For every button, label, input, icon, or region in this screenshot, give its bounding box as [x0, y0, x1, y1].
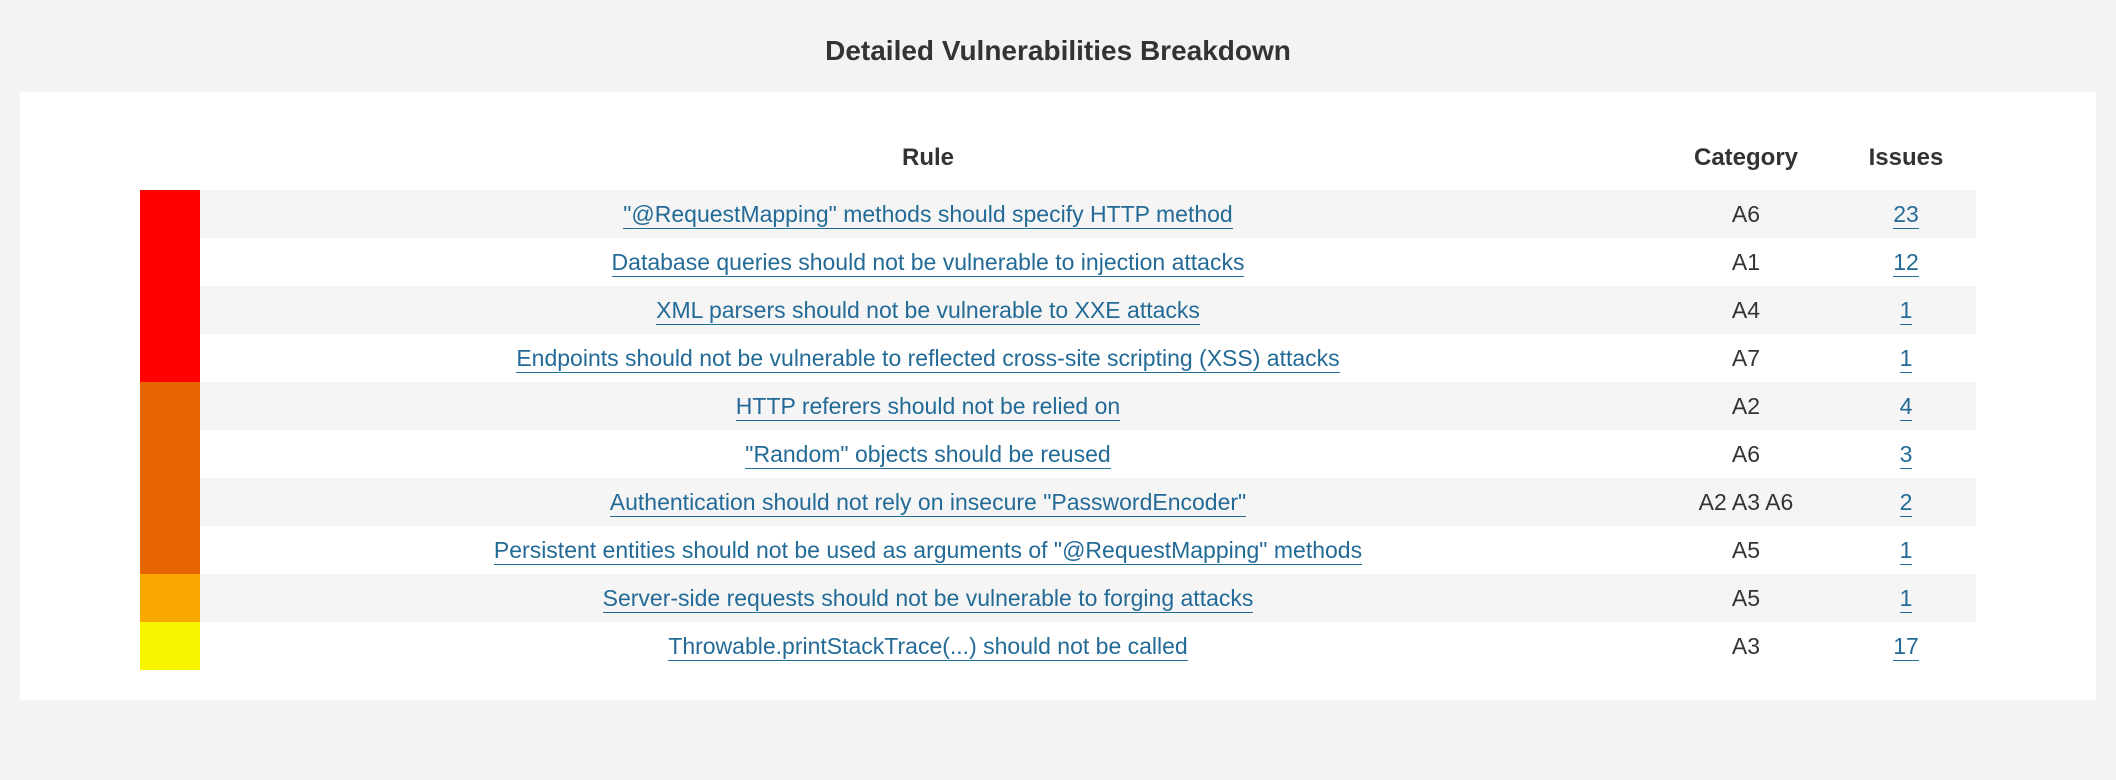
rule-cell: "Random" objects should be reused	[200, 430, 1656, 478]
rule-link[interactable]: Authentication should not rely on insecu…	[610, 489, 1246, 517]
severity-critical-icon	[140, 526, 200, 574]
issues-link[interactable]: 4	[1900, 393, 1913, 421]
severity-cell	[140, 574, 200, 622]
issues-link[interactable]: 1	[1900, 345, 1913, 373]
issues-link[interactable]: 1	[1900, 585, 1913, 613]
rule-link[interactable]: HTTP referers should not be relied on	[736, 393, 1120, 421]
severity-critical-icon	[140, 478, 200, 526]
issues-cell: 12	[1836, 238, 1976, 286]
table-row: HTTP referers should not be relied on A2 4	[140, 382, 1976, 430]
severity-cell	[140, 238, 200, 286]
rule-link[interactable]: "Random" objects should be reused	[745, 441, 1110, 469]
category-cell: A3	[1656, 622, 1836, 670]
issues-cell: 23	[1836, 190, 1976, 238]
table-header-row: Rule Category Issues	[140, 132, 1976, 190]
category-cell: A5	[1656, 574, 1836, 622]
issues-cell: 3	[1836, 430, 1976, 478]
table-row: XML parsers should not be vulnerable to …	[140, 286, 1976, 334]
rule-cell: "@RequestMapping" methods should specify…	[200, 190, 1656, 238]
issues-link[interactable]: 23	[1893, 201, 1919, 229]
table-row: Persistent entities should not be used a…	[140, 526, 1976, 574]
severity-critical-icon	[140, 430, 200, 478]
issues-cell: 1	[1836, 526, 1976, 574]
issues-link[interactable]: 3	[1900, 441, 1913, 469]
table-row: Endpoints should not be vulnerable to re…	[140, 334, 1976, 382]
issues-cell: 4	[1836, 382, 1976, 430]
severity-blocker-icon	[140, 238, 200, 286]
table-row: Server-side requests should not be vulne…	[140, 574, 1976, 622]
severity-blocker-icon	[140, 334, 200, 382]
severity-critical-icon	[140, 382, 200, 430]
rule-cell: Endpoints should not be vulnerable to re…	[200, 334, 1656, 382]
severity-cell	[140, 190, 200, 238]
severity-major-icon	[140, 574, 200, 622]
issues-cell: 1	[1836, 574, 1976, 622]
category-cell: A4	[1656, 286, 1836, 334]
issues-link[interactable]: 1	[1900, 537, 1913, 565]
severity-cell	[140, 382, 200, 430]
severity-cell	[140, 622, 200, 670]
rule-cell: Authentication should not rely on insecu…	[200, 478, 1656, 526]
table-row: "@RequestMapping" methods should specify…	[140, 190, 1976, 238]
table-row: Throwable.printStackTrace(...) should no…	[140, 622, 1976, 670]
issues-cell: 17	[1836, 622, 1976, 670]
header-severity	[140, 132, 200, 190]
severity-cell	[140, 334, 200, 382]
severity-cell	[140, 478, 200, 526]
issues-link[interactable]: 17	[1893, 633, 1919, 661]
severity-blocker-icon	[140, 286, 200, 334]
severity-blocker-icon	[140, 190, 200, 238]
category-cell: A6	[1656, 190, 1836, 238]
rule-link[interactable]: "@RequestMapping" methods should specify…	[623, 201, 1232, 229]
rule-link[interactable]: Database queries should not be vulnerabl…	[612, 249, 1245, 277]
issues-link[interactable]: 1	[1900, 297, 1913, 325]
severity-cell	[140, 286, 200, 334]
rule-link[interactable]: Persistent entities should not be used a…	[494, 537, 1362, 565]
rule-cell: Server-side requests should not be vulne…	[200, 574, 1656, 622]
rule-link[interactable]: Throwable.printStackTrace(...) should no…	[668, 633, 1187, 661]
page-title: Detailed Vulnerabilities Breakdown	[20, 35, 2096, 67]
header-rule: Rule	[200, 132, 1656, 190]
issues-cell: 1	[1836, 334, 1976, 382]
category-cell: A5	[1656, 526, 1836, 574]
category-cell: A1	[1656, 238, 1836, 286]
issues-cell: 2	[1836, 478, 1976, 526]
rule-cell: HTTP referers should not be relied on	[200, 382, 1656, 430]
issues-link[interactable]: 2	[1900, 489, 1913, 517]
category-cell: A2 A3 A6	[1656, 478, 1836, 526]
severity-cell	[140, 526, 200, 574]
header-issues: Issues	[1836, 132, 1976, 190]
category-cell: A6	[1656, 430, 1836, 478]
rule-cell: Persistent entities should not be used a…	[200, 526, 1656, 574]
rule-link[interactable]: Endpoints should not be vulnerable to re…	[516, 345, 1339, 373]
category-cell: A7	[1656, 334, 1836, 382]
vulnerabilities-table: Rule Category Issues "@RequestMapping" m…	[140, 132, 1976, 670]
rule-cell: XML parsers should not be vulnerable to …	[200, 286, 1656, 334]
issues-cell: 1	[1836, 286, 1976, 334]
rule-link[interactable]: Server-side requests should not be vulne…	[603, 585, 1254, 613]
vulnerabilities-panel: Rule Category Issues "@RequestMapping" m…	[20, 92, 2096, 700]
severity-minor-icon	[140, 622, 200, 670]
table-row: Authentication should not rely on insecu…	[140, 478, 1976, 526]
rule-link[interactable]: XML parsers should not be vulnerable to …	[656, 297, 1200, 325]
table-row: Database queries should not be vulnerabl…	[140, 238, 1976, 286]
header-category: Category	[1656, 132, 1836, 190]
category-cell: A2	[1656, 382, 1836, 430]
rule-cell: Throwable.printStackTrace(...) should no…	[200, 622, 1656, 670]
table-row: "Random" objects should be reused A6 3	[140, 430, 1976, 478]
severity-cell	[140, 430, 200, 478]
issues-link[interactable]: 12	[1893, 249, 1919, 277]
rule-cell: Database queries should not be vulnerabl…	[200, 238, 1656, 286]
